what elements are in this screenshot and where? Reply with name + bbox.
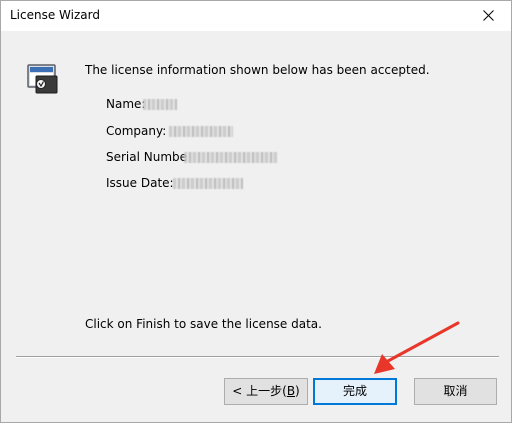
finish-button[interactable]: 完成: [313, 378, 397, 405]
license-wizard-icon: [27, 64, 58, 94]
serial-number-value-redacted: [184, 152, 277, 163]
cancel-button[interactable]: 取消: [414, 378, 497, 405]
company-value-redacted: [169, 126, 233, 137]
close-icon: [483, 10, 494, 21]
back-button[interactable]: < 上一步(B): [224, 378, 308, 405]
issue-date-row: Issue Date:: [106, 176, 243, 192]
close-button[interactable]: [466, 1, 511, 31]
finish-hint-text: Click on Finish to save the license data…: [85, 317, 322, 331]
window-title: License Wizard: [10, 8, 100, 22]
back-button-suffix: ): [295, 384, 300, 398]
company-row: Company:: [106, 124, 233, 140]
button-separator: [16, 356, 499, 358]
name-value-redacted: [143, 99, 177, 110]
title-bar: License Wizard: [1, 1, 511, 31]
license-wizard-window: License Wizard The license information s…: [0, 0, 512, 423]
name-row: Name:: [106, 97, 177, 113]
issue-date-value-redacted: [173, 178, 243, 189]
serial-number-row: Serial Numbe: [106, 150, 277, 166]
serial-number-label: Serial Numbe: [106, 150, 188, 164]
headline-text: The license information shown below has …: [85, 63, 430, 77]
company-label: Company:: [106, 124, 167, 138]
issue-date-label: Issue Date:: [106, 176, 174, 190]
back-button-prefix: < 上一步(: [232, 384, 287, 398]
back-button-mnemonic: B: [286, 384, 296, 398]
name-label: Name:: [106, 97, 146, 111]
